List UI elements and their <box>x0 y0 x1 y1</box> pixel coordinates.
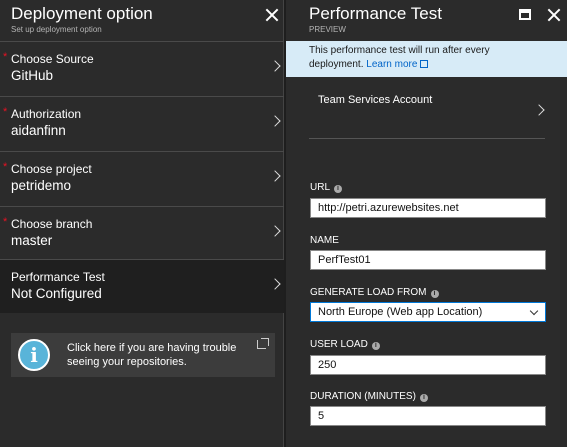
required-marker: * <box>3 216 8 228</box>
learn-more-link[interactable]: Learn more <box>366 59 429 70</box>
info-icon-container: i <box>11 333 55 377</box>
item-value: Not Configured <box>11 286 102 301</box>
url-field[interactable]: http://petri.azurewebsites.net <box>310 198 546 218</box>
close-icon[interactable] <box>547 8 561 22</box>
authorization-item[interactable]: * Authorization aidanfinn <box>0 96 284 151</box>
item-label: Performance Test <box>11 270 105 284</box>
external-link-icon <box>257 338 269 349</box>
item-value: petridemo <box>11 178 72 193</box>
info-icon: i <box>334 185 343 193</box>
name-label: NAME <box>310 235 339 246</box>
chevron-right-icon <box>269 225 281 237</box>
close-icon[interactable] <box>265 8 279 22</box>
choose-branch-item[interactable]: * Choose branch master <box>0 206 284 261</box>
item-label: Choose branch <box>11 217 93 231</box>
maximize-icon[interactable] <box>519 9 531 20</box>
item-value: aidanfinn <box>11 123 66 138</box>
required-marker: * <box>3 51 8 63</box>
required-marker: * <box>3 161 8 173</box>
generate-load-label: GENERATE LOAD FROM i <box>310 287 439 298</box>
item-label: Choose project <box>11 162 92 176</box>
item-label: Choose Source <box>11 52 94 66</box>
blade-subtitle: Set up deployment option <box>11 25 102 34</box>
chevron-right-icon <box>533 104 545 116</box>
item-label: Authorization <box>11 107 82 121</box>
generate-load-select[interactable]: North Europe (Web app Location) <box>310 302 546 322</box>
duration-field[interactable]: 5 <box>310 406 546 426</box>
external-link-icon <box>420 60 429 68</box>
duration-label: DURATION (MINUTES) i <box>310 391 428 402</box>
blade-title: Deployment option <box>11 4 153 23</box>
item-value: master <box>11 233 53 248</box>
chevron-right-icon <box>269 60 281 72</box>
required-marker: * <box>3 106 8 118</box>
choose-project-item[interactable]: * Choose project petridemo <box>0 151 284 206</box>
preview-badge: PREVIEW <box>309 25 346 34</box>
selected-location: North Europe (Web app Location) <box>318 306 483 318</box>
chevron-down-icon <box>529 306 539 316</box>
name-field[interactable]: PerfTest01 <box>310 250 546 270</box>
choose-source-item[interactable]: * Choose Source GitHub <box>0 41 284 96</box>
team-services-account-item[interactable]: Team Services Account <box>309 89 545 139</box>
item-value: GitHub <box>11 68 54 83</box>
url-label: URL i <box>310 182 343 193</box>
chevron-right-icon <box>269 278 281 290</box>
repository-help-box[interactable]: i Click here if you are having trouble s… <box>11 333 275 377</box>
info-icon: i <box>371 342 380 350</box>
chevron-right-icon <box>269 115 281 127</box>
help-text: Click here if you are having trouble see… <box>67 342 237 368</box>
deployment-option-blade: Deployment option Set up deployment opti… <box>0 0 284 447</box>
user-load-field[interactable]: 250 <box>310 355 546 375</box>
chevron-right-icon <box>269 170 281 182</box>
blade-title: Performance Test <box>309 4 442 23</box>
team-services-label: Team Services Account <box>318 94 433 106</box>
performance-test-item[interactable]: Performance Test Not Configured <box>0 259 284 313</box>
info-icon: i <box>430 290 439 298</box>
performance-test-blade: Performance Test PREVIEW This performanc… <box>286 0 567 447</box>
info-icon: i <box>419 394 428 402</box>
info-icon: i <box>18 339 50 371</box>
info-banner: This performance test will run after eve… <box>286 41 567 77</box>
user-load-label: USER LOAD i <box>310 339 380 350</box>
